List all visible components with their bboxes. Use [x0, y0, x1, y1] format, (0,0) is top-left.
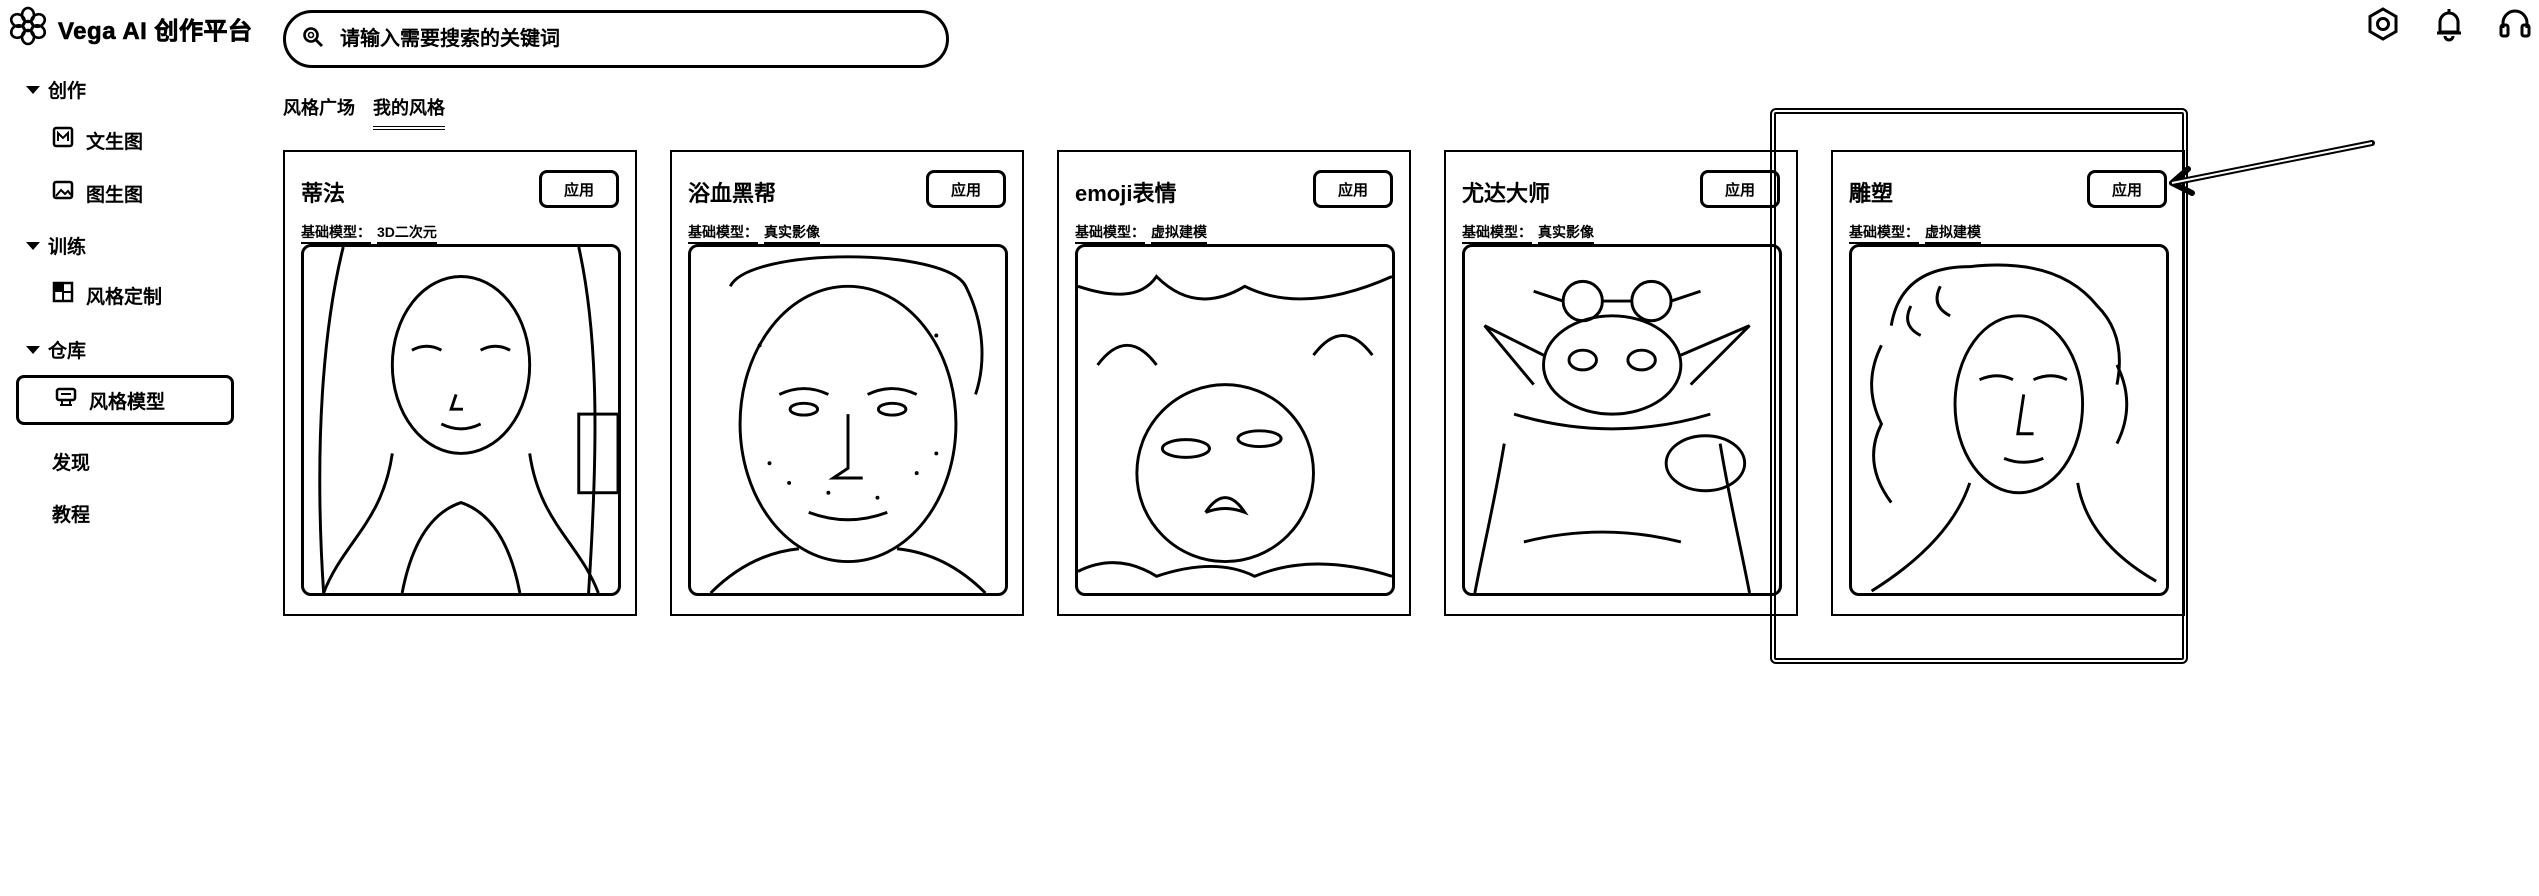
base-model-info: 基础模型： 虚拟建模 — [1075, 222, 1207, 244]
apply-button[interactable]: 应用 — [926, 170, 1006, 208]
sidebar-item-image-to-image[interactable]: 图生图 — [16, 168, 234, 218]
sidebar-item-style-custom[interactable]: 风格定制 — [16, 270, 234, 320]
highlight-frame — [1770, 108, 2188, 664]
brand[interactable]: Vega AI 创作平台 — [8, 6, 252, 51]
image-icon — [52, 179, 74, 207]
top-actions — [2365, 6, 2533, 42]
sidebar-item-label: 风格模型 — [89, 391, 166, 413]
style-preview-image — [1075, 244, 1395, 596]
base-model-value: 真实影像 — [1538, 222, 1594, 244]
sidebar-item-text-to-image[interactable]: 文生图 — [16, 115, 234, 165]
card-title: emoji表情 — [1075, 181, 1177, 206]
base-model-info: 基础模型： 真实影像 — [688, 222, 820, 244]
search-bar[interactable] — [283, 10, 949, 68]
tab-my-styles[interactable]: 我的风格 — [373, 94, 445, 130]
base-model-label: 基础模型： — [1462, 222, 1532, 244]
section-label: 训练 — [48, 237, 87, 258]
card-title: 蒂法 — [301, 181, 346, 206]
sidebar-link-tutorial[interactable]: 教程 — [52, 500, 90, 527]
style-tabs: 风格广场 我的风格 — [283, 94, 445, 130]
apply-button[interactable]: 应用 — [539, 170, 619, 208]
base-model-value: 虚拟建模 — [1151, 222, 1207, 244]
base-model-label: 基础模型： — [688, 222, 758, 244]
card-title: 浴血黑帮 — [688, 181, 777, 206]
caret-down-icon — [26, 85, 40, 94]
sidebar-item-label: 风格定制 — [86, 286, 163, 308]
apply-button[interactable]: 应用 — [1700, 170, 1780, 208]
base-model-info: 基础模型： 真实影像 — [1462, 222, 1594, 244]
logo-icon — [8, 6, 48, 51]
settings-icon[interactable] — [2365, 6, 2401, 42]
style-card[interactable]: 尤达大师 应用 基础模型： 真实影像 — [1444, 150, 1798, 616]
style-preview-image — [1462, 244, 1782, 596]
base-model-value: 真实影像 — [764, 222, 820, 244]
sidebar-link-discover[interactable]: 发现 — [52, 448, 90, 475]
app-title: Vega AI 创作平台 — [58, 18, 253, 46]
bell-icon[interactable] — [2431, 6, 2467, 42]
caret-down-icon — [26, 345, 40, 354]
base-model-label: 基础模型： — [1075, 222, 1145, 244]
card-title: 尤达大师 — [1462, 181, 1551, 206]
section-label: 仓库 — [48, 341, 87, 362]
style-card[interactable]: emoji表情 应用 基础模型： 虚拟建模 — [1057, 150, 1411, 616]
tab-style-plaza[interactable]: 风格广场 — [283, 94, 355, 130]
search-input[interactable] — [338, 26, 898, 52]
base-model-info: 基础模型： 3D二次元 — [301, 222, 437, 244]
sidebar-item-label: 图生图 — [86, 184, 144, 206]
text-image-icon — [52, 126, 74, 154]
base-model-value: 3D二次元 — [377, 222, 437, 244]
headset-icon[interactable] — [2497, 6, 2533, 42]
model-icon — [55, 386, 77, 414]
section-repo[interactable]: 仓库 — [26, 336, 86, 363]
apply-button[interactable]: 应用 — [1313, 170, 1393, 208]
caret-down-icon — [26, 241, 40, 250]
sidebar-item-style-model[interactable]: 风格模型 — [16, 375, 234, 425]
section-create[interactable]: 创作 — [26, 76, 86, 103]
style-card[interactable]: 浴血黑帮 应用 基础模型： 真实影像 — [670, 150, 1024, 616]
layout-icon — [52, 281, 74, 309]
style-preview-image — [688, 244, 1008, 596]
style-preview-image — [301, 244, 621, 596]
search-icon — [302, 26, 324, 53]
section-train[interactable]: 训练 — [26, 232, 86, 259]
base-model-label: 基础模型： — [301, 222, 371, 244]
style-card[interactable]: 蒂法 应用 基础模型： 3D二次元 — [283, 150, 637, 616]
sidebar-item-label: 文生图 — [86, 131, 144, 153]
section-label: 创作 — [48, 81, 87, 102]
arrow-icon — [2132, 135, 2382, 210]
